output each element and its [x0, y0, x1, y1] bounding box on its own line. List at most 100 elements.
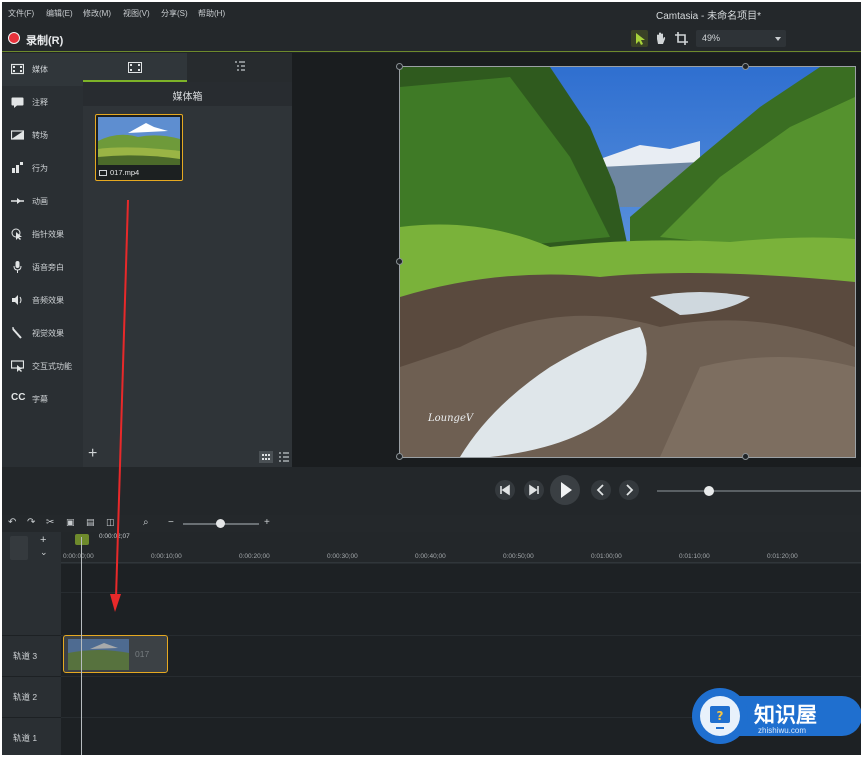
paste-icon[interactable]: ▤: [86, 517, 95, 528]
track-name: 轨道 1: [13, 733, 38, 743]
resize-handle[interactable]: [396, 63, 403, 70]
chevron-right-icon: [626, 484, 634, 496]
timeline-ruler[interactable]: 0:00:00;00 0:00:10;00 0:00:20;00 0:00:30…: [61, 532, 861, 563]
sidebar-item-label: 媒体: [32, 65, 48, 74]
cut-icon[interactable]: ✂: [46, 517, 54, 528]
media-bin-tabs: [83, 53, 292, 82]
video-file-icon: [99, 170, 107, 176]
svg-text:?: ?: [717, 709, 724, 723]
track-header-column: + ⌄ 轨道 3 轨道 2 轨道 1: [2, 532, 61, 755]
pan-tool-button[interactable]: [652, 30, 669, 47]
sidebar-item-captions[interactable]: CC 字幕: [2, 383, 83, 416]
step-forward-button[interactable]: [524, 480, 544, 500]
grid-view-icon[interactable]: [259, 451, 273, 463]
playback-controls: [2, 467, 861, 515]
sidebar-item-voice-narration[interactable]: 语音旁白: [2, 251, 83, 284]
transition-icon: [11, 130, 24, 140]
track-row-empty[interactable]: [61, 592, 861, 635]
resize-handle[interactable]: [396, 453, 403, 460]
track-row-empty[interactable]: [61, 563, 861, 592]
resize-handle[interactable]: [742, 63, 749, 70]
menu-help[interactable]: 帮助(H): [198, 8, 225, 19]
playback-scrubber[interactable]: [657, 490, 861, 492]
playhead-time: 0:00:02;07: [99, 533, 130, 540]
menu-share[interactable]: 分享(S): [161, 8, 188, 19]
zoom-in-icon[interactable]: +: [264, 517, 270, 528]
tick-label: 0:00:20;00: [239, 553, 270, 560]
split-icon[interactable]: ◫: [106, 517, 115, 528]
play-icon: [561, 482, 572, 498]
tick-label: 0:00:50;00: [503, 553, 534, 560]
next-marker-button[interactable]: [619, 480, 639, 500]
media-bin-panel: 媒体箱 017.mp4 +: [83, 53, 292, 467]
zhishiwu-logo: ? 知识屋 zhishiwu.com: [690, 688, 861, 744]
record-label: 录制(R): [26, 35, 64, 47]
copy-icon[interactable]: ▣: [66, 517, 75, 528]
zoom-select[interactable]: 49%: [696, 30, 786, 47]
track-header-1[interactable]: 轨道 1: [2, 717, 61, 755]
video-frame: [400, 67, 855, 457]
list-view-icon[interactable]: [278, 451, 290, 463]
speaker-icon: [12, 295, 22, 305]
playhead-line: [81, 537, 82, 755]
playhead-handle[interactable]: [75, 534, 89, 545]
track-name: 轨道 3: [13, 651, 38, 661]
sidebar-item-cursor-effects[interactable]: 指针效果: [2, 218, 83, 251]
sidebar-item-label: 行为: [32, 164, 48, 173]
resize-handle[interactable]: [742, 453, 749, 460]
tab-library[interactable]: [188, 53, 292, 82]
cc-icon: CC: [11, 392, 26, 403]
video-canvas[interactable]: LoungeV: [399, 66, 856, 458]
redo-icon[interactable]: ↷: [27, 517, 35, 528]
track-header-2[interactable]: 轨道 2: [2, 676, 61, 716]
logo-url: zhishiwu.com: [758, 726, 807, 735]
menu-edit[interactable]: 编辑(E): [46, 8, 73, 19]
track-lock-control[interactable]: [10, 536, 28, 560]
logo-name: 知识屋: [754, 704, 817, 727]
menubar: 文件(F) 编辑(E) 修改(M) 视图(V) 分享(S) 帮助(H) Camt…: [2, 2, 861, 24]
undo-icon[interactable]: ↶: [8, 517, 16, 528]
sidebar-item-behaviors[interactable]: 行为: [2, 152, 83, 185]
zoom-out-icon[interactable]: −: [168, 517, 174, 528]
sidebar-item-label: 字幕: [32, 395, 48, 404]
sidebar-item-audio-effects[interactable]: 音频效果: [2, 284, 83, 317]
select-tool-button[interactable]: [631, 30, 648, 47]
timeline-clip[interactable]: 017: [63, 635, 168, 673]
cursor-effect-icon: [11, 228, 22, 240]
clip-label: 017: [135, 649, 150, 659]
track-header-3[interactable]: 轨道 3: [2, 635, 61, 675]
chevron-down-icon[interactable]: ⌄: [40, 547, 48, 558]
pointer-icon: [636, 33, 645, 45]
magic-wand-icon: [12, 327, 22, 339]
step-back-button[interactable]: [495, 480, 515, 500]
tick-label: 0:01:20;00: [767, 553, 798, 560]
sidebar-item-animations[interactable]: 动画: [2, 185, 83, 218]
track-row-3[interactable]: [61, 635, 861, 676]
media-bin-footer: +: [83, 445, 292, 467]
sidebar-item-annotations[interactable]: 注释: [2, 86, 83, 119]
film-icon: [128, 62, 142, 73]
resize-handle[interactable]: [396, 258, 403, 265]
zoom-magnifier-icon: ⌕: [143, 517, 149, 528]
film-icon: [11, 63, 24, 75]
previous-marker-button[interactable]: [591, 480, 611, 500]
menu-modify[interactable]: 修改(M): [83, 8, 111, 19]
sidebar-item-visual-effects[interactable]: 视觉效果: [2, 317, 83, 350]
menu-view[interactable]: 视图(V): [123, 8, 150, 19]
timeline-zoom-handle[interactable]: [216, 519, 225, 528]
sidebar-item-transitions[interactable]: 转场: [2, 119, 83, 152]
playback-scrubber-handle[interactable]: [704, 486, 714, 496]
sidebar-item-media[interactable]: 媒体: [2, 53, 83, 86]
media-clip-thumbnail[interactable]: 017.mp4: [95, 114, 183, 181]
crop-icon: [675, 32, 688, 45]
add-track-icon[interactable]: +: [40, 534, 46, 546]
sidebar-item-interactive[interactable]: 交互式功能: [2, 350, 83, 383]
sidebar-item-label: 视觉效果: [32, 329, 64, 338]
add-media-icon[interactable]: +: [88, 445, 97, 463]
crop-tool-button[interactable]: [673, 30, 690, 47]
interactive-icon: [11, 360, 24, 372]
menu-file[interactable]: 文件(F): [8, 8, 34, 19]
play-button[interactable]: [550, 475, 580, 505]
tick-label: 0:00:40;00: [415, 553, 446, 560]
tab-media-bin[interactable]: [83, 53, 187, 82]
